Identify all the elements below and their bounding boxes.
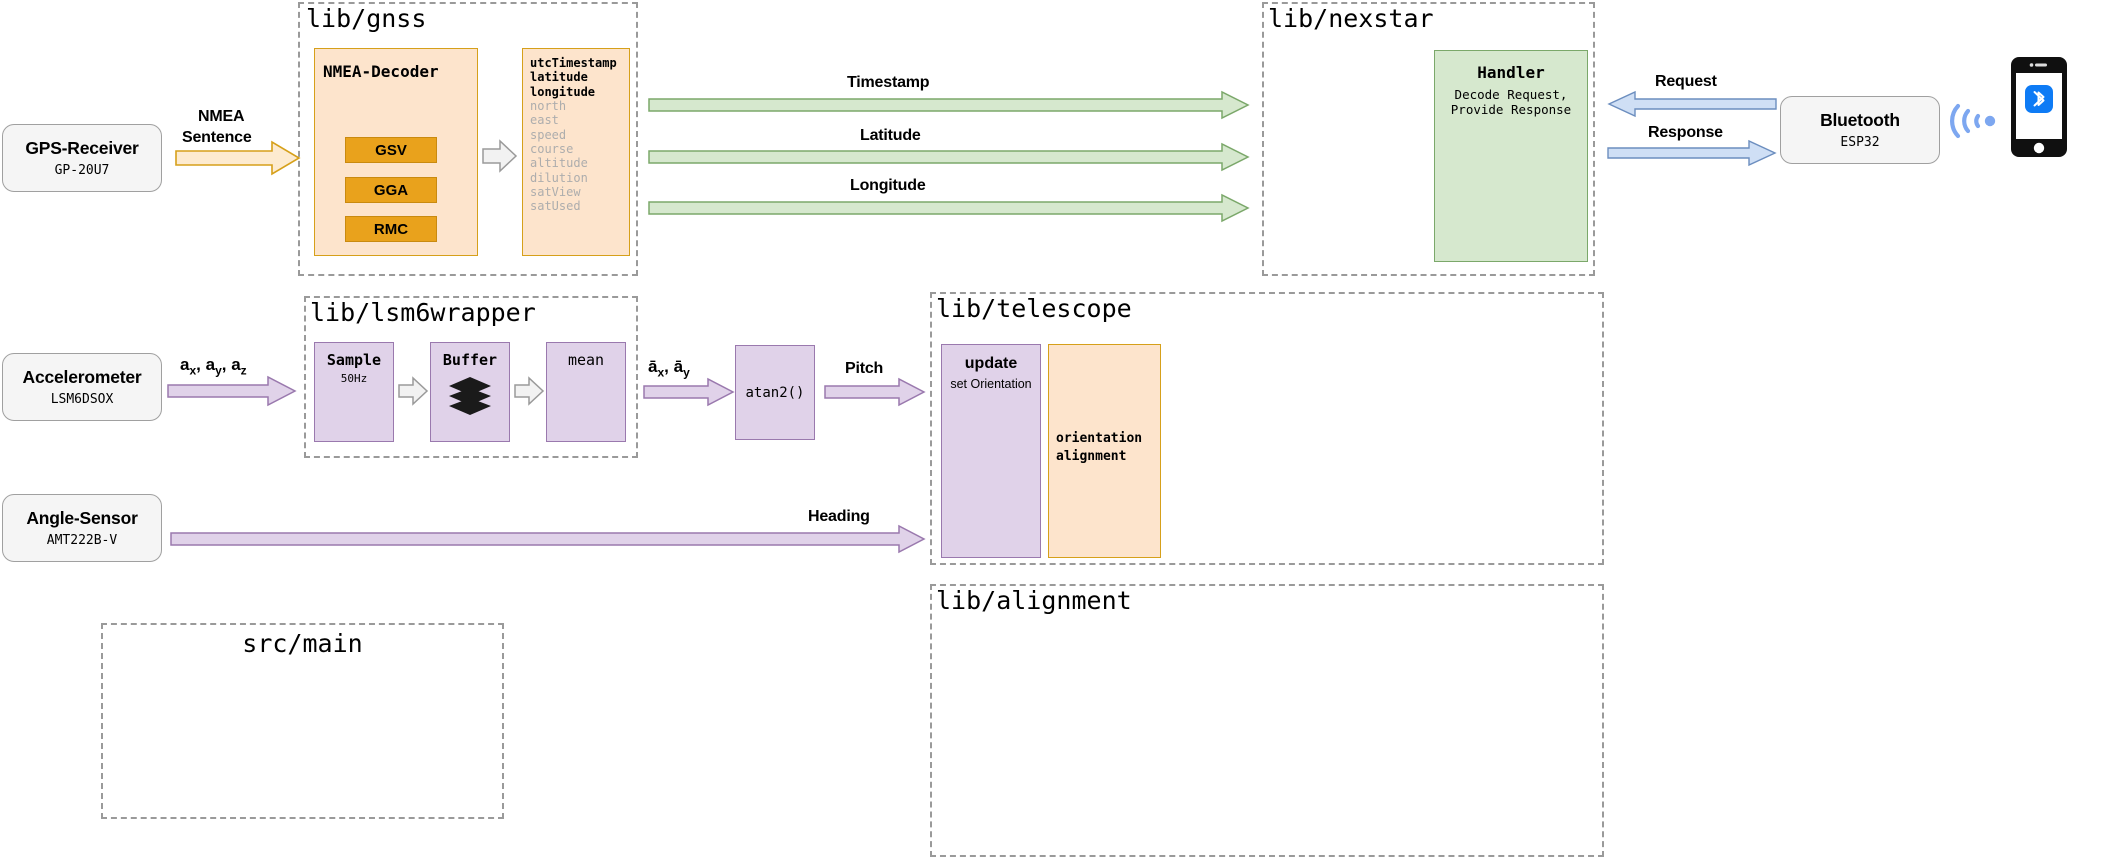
block-arrow-right-icon [482, 139, 518, 173]
diagram-canvas: lib/gnss lib/nexstar lib/lsm6wrapper lib… [0, 0, 2102, 857]
buffer-box[interactable]: Buffer [430, 342, 510, 442]
gnss-field: speed [530, 127, 567, 142]
gnss-field: latitude [530, 70, 588, 85]
handler-title: Handler [1477, 63, 1545, 82]
handler-line1: Decode Request, [1454, 87, 1568, 102]
update-subtitle: set Orientation [950, 377, 1032, 391]
arrow-pitch [824, 377, 926, 407]
mean-title: mean [567, 351, 605, 369]
gnss-field: satView [530, 185, 581, 200]
stacked-layers-icon [431, 375, 509, 417]
arrow-label-longitude: Longitude [850, 177, 926, 194]
sample-rate: 50Hz [340, 372, 368, 385]
atan2-box[interactable]: atan2() [735, 345, 815, 440]
gnss-field: longitude [530, 84, 596, 99]
arrow-latitude [648, 142, 1250, 172]
gnss-field: satUsed [530, 199, 581, 214]
telescope-data-line2: alignment [1056, 449, 1127, 464]
sensor-accel-name: Accelerometer [22, 367, 142, 387]
sensor-gps-part: GP-20U7 [54, 163, 110, 178]
module-nexstar-title: lib/nexstar [1268, 4, 1434, 33]
gnss-field: course [530, 142, 574, 157]
sentence-rmc[interactable]: RMC [345, 216, 437, 242]
gnss-field: east [530, 113, 559, 128]
atan2-label: atan2() [745, 384, 805, 401]
sensor-gps-name: GPS-Receiver [25, 138, 139, 158]
sample-box[interactable]: Sample 50Hz [314, 342, 394, 442]
module-main-title: src/main [242, 629, 363, 658]
module-alignment-title: lib/alignment [936, 586, 1132, 615]
smartphone-icon[interactable] [2010, 56, 2068, 158]
arrow-label-pitch: Pitch [845, 360, 884, 377]
arrow-request [1607, 90, 1777, 118]
arrow-nmea-sentence [175, 140, 301, 176]
update-title: update [964, 355, 1018, 372]
module-telescope-title: lib/telescope [936, 294, 1132, 323]
sensor-accel-part: LSM6DSOX [50, 392, 114, 407]
sensor-angle-name: Angle-Sensor [26, 508, 138, 528]
module-bluetooth-esp32[interactable]: Bluetooth ESP32 [1780, 96, 1940, 164]
arrow-label-request: Request [1655, 73, 1717, 90]
arrow-accel-raw [167, 375, 297, 407]
sample-title: Sample [326, 351, 382, 369]
arrow-heading [170, 524, 926, 554]
bluetooth-name: Bluetooth [1820, 110, 1900, 130]
handler-line2: Provide Response [1450, 102, 1572, 117]
mean-box[interactable]: mean [546, 342, 626, 442]
block-arrow-right-icon [398, 376, 429, 406]
nexstar-handler-box[interactable]: Handler Decode Request, Provide Response [1434, 50, 1588, 262]
module-alignment [930, 584, 1604, 857]
sensor-angle-sensor[interactable]: Angle-Sensor AMT222B-V [2, 494, 162, 562]
arrow-accel-mean [643, 377, 735, 407]
module-lsm6wrapper-title: lib/lsm6wrapper [310, 298, 536, 327]
telescope-data-box[interactable]: orientation alignment [1048, 344, 1161, 558]
nmea-decoder-title: NMEA-Decoder [323, 62, 439, 81]
gnss-field: utcTimestamp [530, 56, 617, 70]
sensor-angle-part: AMT222B-V [46, 533, 118, 548]
gnss-field-list: utcTimestamp latitude longitude north ea… [522, 48, 630, 256]
sensor-gps-receiver[interactable]: GPS-Receiver GP-20U7 [2, 124, 162, 192]
gnss-field: north [530, 99, 567, 114]
telescope-data-line1: orientation [1056, 431, 1143, 446]
buffer-title: Buffer [442, 351, 498, 369]
sentence-gsv[interactable]: GSV [345, 137, 437, 163]
arrow-label-nmea-line1: NMEA [198, 108, 245, 125]
wireless-waves-icon [1950, 98, 2002, 144]
bluetooth-part: ESP32 [1840, 135, 1880, 150]
arrow-longitude [648, 193, 1250, 223]
arrow-response [1607, 139, 1777, 167]
block-arrow-right-icon [514, 376, 545, 406]
arrow-label-timestamp: Timestamp [847, 74, 930, 91]
gnss-field: altitude [530, 156, 588, 171]
module-gnss-title: lib/gnss [306, 4, 427, 33]
sensor-accelerometer[interactable]: Accelerometer LSM6DSOX [2, 353, 162, 421]
gnss-field: dilution [530, 170, 588, 185]
telescope-update-box[interactable]: update set Orientation [941, 344, 1041, 558]
sentence-gga[interactable]: GGA [345, 177, 437, 203]
arrow-timestamp [648, 90, 1250, 120]
